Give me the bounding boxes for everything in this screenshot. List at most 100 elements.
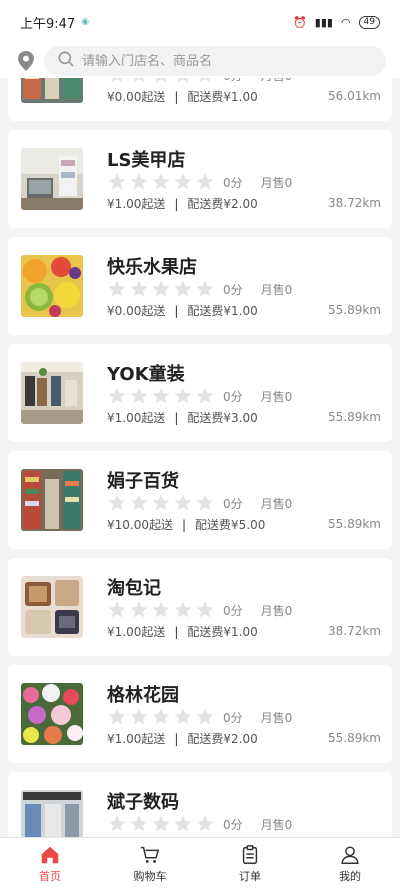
min-order: ¥1.00起送: [107, 732, 166, 746]
rating-row: 0分 月售0: [107, 814, 292, 834]
wifi-icon: ◠: [340, 15, 351, 29]
star-icon: [130, 280, 148, 297]
store-thumbnail: [21, 148, 83, 210]
store-name: LS美甲店: [107, 150, 186, 171]
star-icon: [108, 815, 126, 832]
star-icon: [174, 815, 192, 832]
divider: |: [182, 517, 187, 532]
star-icon: [152, 280, 170, 297]
delivery-fee: 配送费¥2.00: [187, 197, 258, 211]
score-text: 0分: [223, 175, 243, 190]
min-order: ¥1.00起送: [107, 411, 166, 425]
store-name: YOK童装: [107, 364, 185, 385]
store-name: 斌子数码: [107, 792, 179, 813]
score-text: 0分: [223, 282, 243, 297]
status-bar: 上午9:47 ◉ ⏰ ▮▮▮ ◠ 49: [0, 0, 400, 44]
distance: 55.89km: [328, 731, 381, 745]
fee-row: ¥1.00起送 | 配送费¥3.00: [107, 409, 258, 426]
star-icon: [130, 708, 148, 725]
notification-icon: ◉: [81, 17, 90, 27]
min-order: ¥10.00起送: [107, 518, 173, 532]
search-input[interactable]: [82, 53, 372, 69]
tab-label: 购物车: [133, 870, 167, 883]
search-bar: [0, 44, 400, 78]
rating-row: 0分 月售0: [107, 707, 292, 727]
monthly-sales: 月售0: [260, 817, 293, 832]
star-icon: [108, 601, 126, 618]
star-icon: [152, 601, 170, 618]
search-box[interactable]: [44, 46, 386, 76]
distance: 55.89km: [328, 517, 381, 531]
monthly-sales: 月售0: [260, 710, 293, 725]
score-text: 0分: [223, 496, 243, 511]
rating-row: 0分 月售0: [107, 600, 292, 620]
status-icons: ⏰ ▮▮▮ ◠ 49: [293, 15, 380, 29]
star-icon: [108, 708, 126, 725]
alarm-icon: ⏰: [293, 15, 307, 29]
store-card[interactable]: 快乐水果店 0分 月售0 ¥0.00起送 | 配送费¥1.00 55.89km: [8, 237, 392, 335]
fee-row: ¥1.00起送 | 配送费¥2.00: [107, 730, 258, 747]
fee-row: ¥1.00起送 | 配送费¥1.00: [107, 623, 258, 640]
star-icon: [196, 280, 214, 297]
divider: |: [174, 303, 179, 318]
rating-row: 0分 月售0: [107, 386, 292, 406]
tab-cart[interactable]: 购物车: [100, 838, 200, 888]
rating-row: 0分 月售0: [107, 172, 292, 192]
star-icon: [196, 815, 214, 832]
star-icon: [108, 280, 126, 297]
star-icon: [174, 708, 192, 725]
monthly-sales: 月售0: [260, 496, 293, 511]
tab-orders[interactable]: 订单: [200, 838, 300, 888]
distance: 38.72km: [328, 624, 381, 638]
tab-mine[interactable]: 我的: [300, 838, 400, 888]
min-order: ¥1.00起送: [107, 197, 166, 211]
star-icon: [130, 494, 148, 511]
store-name: 淘包记: [107, 578, 161, 599]
store-thumbnail: [21, 683, 83, 745]
tab-label: 订单: [239, 870, 261, 883]
star-icon: [108, 494, 126, 511]
divider: |: [174, 731, 179, 746]
star-icon: [130, 173, 148, 190]
divider: |: [174, 196, 179, 211]
star-icon: [174, 387, 192, 404]
rating-row: 0分 月售0: [107, 493, 292, 513]
location-pin-icon[interactable]: [16, 48, 36, 74]
monthly-sales: 月售0: [260, 175, 293, 190]
star-icon: [196, 708, 214, 725]
bottom-tab-bar: 首页 购物车 订单 我的: [0, 837, 400, 888]
fee-row: ¥1.00起送 | 配送费¥2.00: [107, 195, 258, 212]
star-icon: [152, 708, 170, 725]
star-icon: [152, 494, 170, 511]
store-name: 快乐水果店: [107, 257, 197, 278]
score-text: 0分: [223, 817, 243, 832]
star-icon: [174, 173, 192, 190]
store-card[interactable]: 格林花园 0分 月售0 ¥1.00起送 | 配送费¥2.00 55.89km: [8, 665, 392, 763]
star-icon: [130, 387, 148, 404]
store-card[interactable]: 娟子百货 0分 月售0 ¥10.00起送 | 配送费¥5.00 55.89km: [8, 451, 392, 549]
delivery-fee: 配送费¥3.00: [187, 411, 258, 425]
star-icon: [196, 387, 214, 404]
delivery-fee: 配送费¥2.00: [187, 732, 258, 746]
score-text: 0分: [223, 603, 243, 618]
divider: |: [174, 624, 179, 639]
fee-row: ¥0.00起送 | 配送费¥1.00: [107, 302, 258, 319]
store-card[interactable]: 淘包记 0分 月售0 ¥1.00起送 | 配送费¥1.00 38.72km: [8, 558, 392, 656]
distance: 55.89km: [328, 410, 381, 424]
status-time: 上午9:47: [20, 16, 76, 32]
store-card[interactable]: YOK童装 0分 月售0 ¥1.00起送 | 配送费¥3.00 55.89km: [8, 344, 392, 442]
user-icon: [341, 846, 359, 864]
battery-icon: 49: [358, 15, 380, 29]
star-icon: [130, 815, 148, 832]
cart-icon: [140, 846, 160, 863]
divider: |: [174, 410, 179, 425]
store-card[interactable]: LS美甲店 0分 月售0 ¥1.00起送 | 配送费¥2.00 38.72km: [8, 130, 392, 228]
monthly-sales: 月售0: [260, 282, 293, 297]
distance: 56.01km: [328, 89, 381, 103]
store-list: 0分 月售0 ¥0.00起送 | 配送费¥1.00 56.01km LS美甲店 …: [8, 23, 392, 879]
rating-row: 0分 月售0: [107, 279, 292, 299]
tab-home[interactable]: 首页: [0, 838, 100, 888]
delivery-fee: 配送费¥5.00: [195, 518, 266, 532]
fee-row: ¥10.00起送 | 配送费¥5.00: [107, 516, 265, 533]
search-icon: [58, 51, 74, 71]
